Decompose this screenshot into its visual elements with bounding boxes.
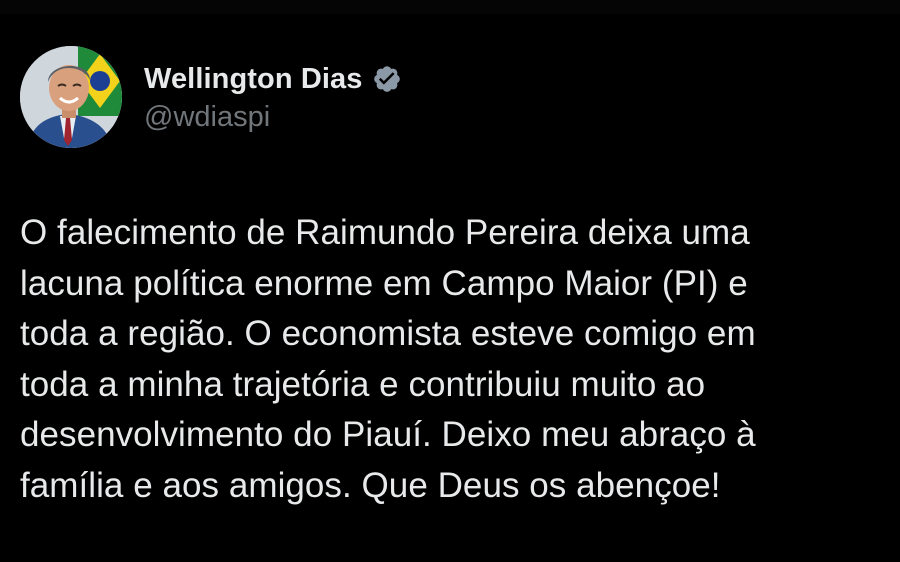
tweet-card: Wellington Dias @wdiaspi O falecimento d… <box>20 44 880 511</box>
name-row: Wellington Dias <box>144 59 402 99</box>
top-edge-divider <box>0 0 900 14</box>
tweet-text: O falecimento de Raimundo Pereira deixa … <box>20 213 756 505</box>
author-handle[interactable]: @wdiaspi <box>144 99 402 135</box>
author-identity: Wellington Dias @wdiaspi <box>144 59 402 135</box>
verified-badge-icon <box>372 64 402 94</box>
tweet-header: Wellington Dias @wdiaspi <box>20 44 880 150</box>
avatar[interactable] <box>20 46 122 148</box>
profile-photo-icon <box>20 46 122 148</box>
author-display-name[interactable]: Wellington Dias <box>144 63 362 96</box>
